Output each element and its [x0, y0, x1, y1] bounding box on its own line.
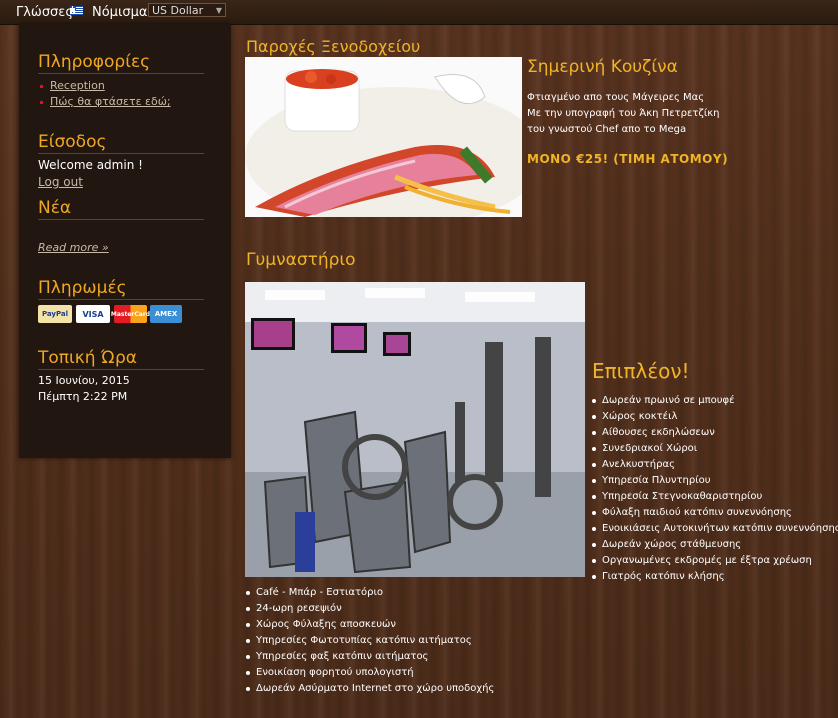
info-title: Πληροφορίες [38, 52, 204, 74]
kitchen-line-3: του γνωστού Chef απο το Mega [527, 124, 687, 135]
list-item: Café - Μπάρ - Εστιατόριο [246, 586, 494, 602]
mastercard-icon: MasterCard [111, 305, 150, 323]
extra-title: Επιπλέον! [592, 359, 690, 383]
list-item: Δωρεάν Ασύρματο Internet στο χώρο υποδοχ… [246, 682, 494, 698]
bullet-icon [40, 85, 43, 88]
list-item: Υπηρεσία Πλυντηρίου [592, 474, 838, 490]
currency-selected-value: US Dollar [152, 4, 204, 17]
list-item: Ενοικίαση φορητού υπολογιστή [246, 666, 494, 682]
list-item: Χώρος Φύλαξης αποσκευών [246, 618, 494, 634]
read-more-link[interactable]: Read more » [38, 241, 109, 254]
kitchen-title: Σημερινή Κουζίνα [527, 57, 678, 77]
list-item: Οργανωμένες εκδρομές με έξτρα χρέωση [592, 554, 838, 570]
kitchen-line-1: Φτιαγμένο απο τους Μάγειρες Μας [527, 92, 705, 103]
list-item: 24-ωρη ρεσεψιόν [246, 602, 494, 618]
kitchen-price: ΜΟΝΟ €25! (ΤΙΜΗ ΑΤΟΜΟΥ) [527, 152, 729, 166]
logout-link[interactable]: Log out [38, 175, 83, 189]
directions-link[interactable]: Πώς θα φτάσετε εδώ; [50, 95, 171, 108]
gym-illustration [245, 282, 585, 577]
visa-icon: VISA [76, 305, 110, 323]
day-time-text: Πέμπτη 2:22 PM [38, 390, 128, 403]
list-item: Αίθουσες εκδηλώσεων [592, 426, 838, 442]
list-item: Υπηρεσίες Φωτοτυπίας κατόπιν αιτήματος [246, 634, 494, 650]
list-item: Γιατρός κατόπιν κλήσης [592, 570, 838, 586]
payments-title: Πληρωμές [38, 278, 204, 300]
list-item: Δωρεάν χώρος στάθμευσης [592, 538, 838, 554]
languages-label: Γλώσσες [16, 5, 73, 20]
gym-image [245, 282, 585, 577]
list-item: Υπηρεσία Στεγνοκαθαριστηρίου [592, 490, 838, 506]
chevron-down-icon: ▼ [215, 6, 222, 15]
welcome-text: Welcome admin ! [38, 158, 143, 172]
list-item: Συνεδριακοί Χώροι [592, 442, 838, 458]
greek-flag-icon[interactable] [70, 6, 83, 15]
login-title: Είσοδος [38, 132, 204, 154]
news-title: Νέα [38, 198, 204, 220]
amex-icon: AMEX [150, 305, 182, 323]
list-item: Δωρεάν πρωινό σε μπουφέ [592, 394, 838, 410]
bullet-icon [40, 101, 43, 104]
lobster-dish-illustration [245, 57, 522, 217]
list-item: Χώρος κοκτέιλ [592, 410, 838, 426]
list-item: Ανελκυστήρας [592, 458, 838, 474]
date-text: 15 Ιουνίου, 2015 [38, 374, 130, 387]
list-item: Ενοικιάσεις Αυτοκινήτων κατόπιν συνεννόη… [592, 522, 838, 538]
extra-amenities-list: Δωρεάν πρωινό σε μπουφέ Χώρος κοκτέιλ Αί… [592, 394, 838, 586]
sidebar: Πληροφορίες Reception Πώς θα φτάσετε εδώ… [19, 24, 231, 458]
reception-link[interactable]: Reception [50, 79, 105, 92]
top-bar: Γλώσσες Νόμισμα US Dollar ▼ [0, 0, 838, 25]
gym-title: Γυμναστήριο [246, 250, 356, 270]
local-time-title: Τοπική Ώρα [38, 348, 204, 370]
currency-select[interactable]: US Dollar ▼ [148, 3, 226, 17]
paypal-icon: PayPal [38, 305, 72, 323]
general-amenities-list: Café - Μπάρ - Εστιατόριο 24-ωρη ρεσεψιόν… [246, 586, 494, 698]
kitchen-line-2: Με την υπογραφή του Άκη Πετρετζίκη [527, 108, 720, 119]
food-image [245, 57, 522, 217]
list-item: Υπηρεσίες φαξ κατόπιν αιτήματος [246, 650, 494, 666]
currency-label: Νόμισμα [92, 5, 148, 20]
hotel-amenities-title: Παροχές Ξενοδοχείου [246, 37, 421, 56]
list-item: Φύλαξη παιδιού κατόπιν συνεννόησης [592, 506, 838, 522]
